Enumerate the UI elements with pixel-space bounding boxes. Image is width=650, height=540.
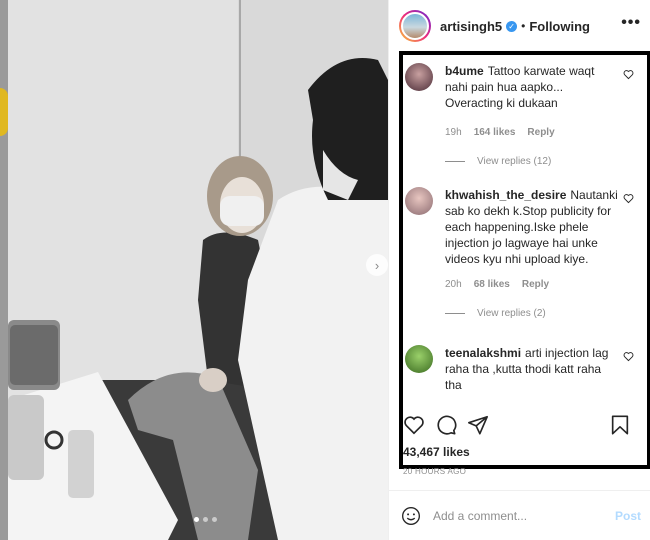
verified-icon: ✓ <box>506 20 518 32</box>
comment-text-block: b4ume Tattoo karwate waqt nahi pain hua a… <box>445 63 620 111</box>
view-replies-label: View replies (12) <box>477 156 552 167</box>
post-username[interactable]: artisingh5 <box>440 19 502 34</box>
heart-icon[interactable] <box>623 351 634 362</box>
post-button[interactable]: Post <box>615 509 641 523</box>
view-replies-button[interactable]: View replies (2) <box>445 308 546 319</box>
carousel-dots <box>194 517 217 522</box>
comment-likes[interactable]: 68 likes <box>474 279 510 290</box>
next-photo-button[interactable]: › <box>366 254 388 276</box>
chevron-right-icon: › <box>374 257 380 273</box>
comment-icon[interactable] <box>435 414 457 436</box>
comment-meta: 20h 68 likes Reply <box>445 279 549 290</box>
carousel-dot <box>194 517 199 522</box>
separator-dot: • <box>521 19 526 33</box>
comments-list: b4ume Tattoo karwate waqt nahi pain hua a… <box>399 51 650 469</box>
comment-meta: 19h 164 likes Reply <box>445 127 555 138</box>
emoji-icon[interactable] <box>401 506 421 526</box>
comment-input[interactable]: Add a comment... <box>433 509 527 523</box>
comment-time: 19h <box>445 127 462 138</box>
comment-composer: Add a comment... Post <box>389 490 650 540</box>
background-strip <box>0 0 8 540</box>
heart-icon[interactable] <box>623 69 634 80</box>
heart-icon[interactable] <box>403 414 425 436</box>
comment-username[interactable]: khwahish_the_desire <box>445 188 566 202</box>
comment-text-block: teenalakshmi arti injection lag raha tha … <box>445 345 620 393</box>
avatar[interactable] <box>405 345 433 373</box>
comment-text-block: khwahish_the_desire Nautanki sab ko dekh … <box>445 187 620 267</box>
comment-item: b4ume Tattoo karwate waqt nahi pain hua a… <box>403 59 647 169</box>
comment-time: 20h <box>445 279 462 290</box>
post-side-panel: artisingh5 ✓ • Following ••• b4ume Tattoo… <box>388 0 650 540</box>
reply-button[interactable]: Reply <box>527 127 554 138</box>
following-button[interactable]: Following <box>529 19 590 34</box>
post-photo: › <box>8 0 388 540</box>
avatar[interactable] <box>405 187 433 215</box>
view-replies-label: View replies (2) <box>477 308 546 319</box>
heart-icon[interactable] <box>623 193 634 204</box>
view-replies-button[interactable]: View replies (12) <box>445 156 551 167</box>
carousel-dot <box>203 517 208 522</box>
avatar[interactable] <box>405 63 433 91</box>
share-icon[interactable] <box>467 414 489 436</box>
more-icon[interactable]: ••• <box>621 14 641 32</box>
reply-button[interactable]: Reply <box>522 279 549 290</box>
likes-count[interactable]: 43,467 likes <box>403 445 470 459</box>
comment-username[interactable]: teenalakshmi <box>445 346 521 360</box>
bookmark-icon[interactable] <box>609 414 631 436</box>
post-timestamp: 20 HOURS AGO <box>403 467 467 476</box>
action-bar <box>403 414 643 438</box>
comment-item: khwahish_the_desire Nautanki sab ko dekh … <box>403 183 647 323</box>
comment-username[interactable]: b4ume <box>445 64 484 78</box>
background-accent <box>0 88 8 136</box>
post-header: artisingh5 ✓ • Following ••• <box>389 0 650 52</box>
comment-item: teenalakshmi arti injection lag raha tha … <box>403 341 647 401</box>
carousel-dot <box>212 517 217 522</box>
photo-illustration <box>8 0 388 540</box>
comment-likes[interactable]: 164 likes <box>474 127 516 138</box>
avatar[interactable] <box>399 10 431 42</box>
